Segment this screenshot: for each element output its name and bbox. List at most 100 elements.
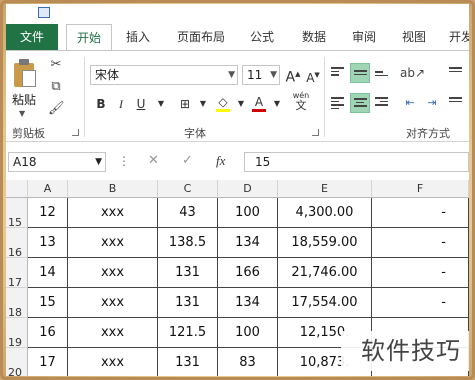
table-cell[interactable]: 16: [28, 318, 68, 348]
table-cell[interactable]: xxx: [68, 318, 158, 348]
wrap-text-icon[interactable]: [446, 63, 466, 83]
chevron-down-icon: ▼: [95, 157, 102, 167]
phonetic-guide-icon[interactable]: wén 文: [290, 91, 312, 111]
row-header[interactable]: 18: [6, 288, 28, 319]
table-cell[interactable]: 17,554.00: [278, 288, 372, 318]
quick-access-toolbar: [6, 4, 469, 22]
table-cell[interactable]: 43: [158, 198, 218, 228]
table-cell[interactable]: 100: [218, 198, 278, 228]
table-cell[interactable]: 14: [28, 258, 68, 288]
table-cell[interactable]: -: [372, 228, 469, 258]
name-box-value: A18: [13, 155, 37, 169]
merge-center-icon[interactable]: [446, 93, 466, 113]
table-cell[interactable]: 100: [218, 318, 278, 348]
table-cell[interactable]: xxx: [68, 288, 158, 318]
select-all-corner[interactable]: [6, 180, 28, 198]
table-cell[interactable]: 131: [158, 288, 218, 318]
name-box[interactable]: A18 ▼: [8, 152, 106, 172]
paste-button[interactable]: 粘贴: [12, 91, 36, 108]
column-header-c[interactable]: C: [158, 180, 218, 198]
column-header-f[interactable]: F: [372, 180, 469, 198]
more-icon: ⋮: [118, 154, 130, 168]
table-cell[interactable]: 131: [158, 258, 218, 288]
font-name-select[interactable]: 宋体 ▼: [90, 65, 238, 85]
borders-dropdown-icon[interactable]: ▼: [194, 95, 212, 113]
clipboard-launcher-icon[interactable]: [72, 129, 79, 136]
orientation-icon[interactable]: ab↗: [400, 63, 425, 83]
align-top-icon[interactable]: [328, 63, 348, 83]
table-cell[interactable]: 166: [218, 258, 278, 288]
table-cell[interactable]: 131: [158, 348, 218, 376]
underline-dropdown-icon[interactable]: ▼: [152, 95, 170, 113]
column-header-d[interactable]: D: [218, 180, 278, 198]
tab-formulas[interactable]: 公式: [242, 24, 282, 50]
font-color-icon[interactable]: A: [250, 95, 268, 113]
align-center-icon[interactable]: [350, 93, 370, 113]
table-cell[interactable]: 15: [28, 288, 68, 318]
italic-button[interactable]: I: [112, 95, 130, 113]
table-cell[interactable]: xxx: [68, 228, 158, 258]
copy-icon[interactable]: ⧉: [48, 79, 64, 95]
tab-data[interactable]: 数据: [294, 24, 334, 50]
table-cell[interactable]: 18,559.00: [278, 228, 372, 258]
table-cell[interactable]: 134: [218, 228, 278, 258]
decrease-font-icon[interactable]: A▼: [304, 66, 322, 85]
tab-insert[interactable]: 插入: [118, 24, 158, 50]
table-cell[interactable]: 12: [28, 198, 68, 228]
fill-color-icon[interactable]: ◇: [214, 95, 232, 113]
table-cell[interactable]: 138.5: [158, 228, 218, 258]
font-color-dropdown-icon[interactable]: ▼: [268, 95, 286, 113]
fill-color-dropdown-icon[interactable]: ▼: [232, 95, 250, 113]
table-cell[interactable]: xxx: [68, 348, 158, 376]
table-cell[interactable]: -: [372, 258, 469, 288]
table-cell[interactable]: -: [372, 198, 469, 228]
table-cell[interactable]: 17: [28, 348, 68, 376]
tab-page-layout[interactable]: 页面布局: [170, 24, 232, 50]
increase-indent-icon[interactable]: ⇥: [422, 93, 442, 113]
table-cell[interactable]: -: [372, 288, 469, 318]
cut-icon[interactable]: ✂: [48, 57, 64, 73]
table-cell[interactable]: 13: [28, 228, 68, 258]
paste-dropdown-icon[interactable]: ▼: [19, 109, 25, 118]
tab-developer[interactable]: 开发: [446, 24, 469, 50]
increase-font-icon[interactable]: A▲: [284, 65, 302, 86]
chevron-down-icon: ▼: [270, 70, 277, 80]
table-cell[interactable]: 83: [218, 348, 278, 376]
bold-button[interactable]: B: [92, 95, 110, 113]
row-header[interactable]: 16: [6, 228, 28, 259]
font-size-select[interactable]: 11 ▼: [242, 65, 280, 85]
table-cell[interactable]: 134: [218, 288, 278, 318]
formula-input[interactable]: 15: [244, 152, 469, 172]
borders-icon[interactable]: ⊞: [176, 95, 194, 113]
table-cell[interactable]: 4,300.00: [278, 198, 372, 228]
column-header-a[interactable]: A: [28, 180, 68, 198]
align-bottom-icon[interactable]: [372, 63, 392, 83]
format-painter-icon[interactable]: 🖌: [48, 101, 65, 117]
tab-review[interactable]: 审阅: [344, 24, 384, 50]
row-header[interactable]: 17: [6, 258, 28, 289]
row-header[interactable]: 15: [6, 198, 28, 229]
table-cell[interactable]: 121.5: [158, 318, 218, 348]
tab-view[interactable]: 视图: [394, 24, 434, 50]
column-header-b[interactable]: B: [68, 180, 158, 198]
cancel-icon[interactable]: ✕: [148, 153, 159, 168]
paste-icon[interactable]: [12, 59, 38, 87]
row-header[interactable]: 20: [6, 348, 28, 376]
tab-home[interactable]: 开始: [66, 24, 112, 51]
divider: [84, 57, 85, 137]
align-middle-icon[interactable]: [350, 63, 370, 83]
table-cell[interactable]: xxx: [68, 198, 158, 228]
underline-button[interactable]: U: [132, 95, 150, 113]
confirm-icon[interactable]: ✓: [182, 153, 193, 168]
font-launcher-icon[interactable]: [312, 129, 319, 136]
save-icon[interactable]: [38, 7, 50, 18]
tab-file[interactable]: 文件: [6, 24, 58, 50]
row-header[interactable]: 19: [6, 318, 28, 349]
column-header-e[interactable]: E: [278, 180, 372, 198]
table-cell[interactable]: 21,746.00: [278, 258, 372, 288]
table-cell[interactable]: xxx: [68, 258, 158, 288]
insert-function-button[interactable]: fx: [216, 153, 225, 169]
align-left-icon[interactable]: [328, 93, 348, 113]
align-right-icon[interactable]: [372, 93, 392, 113]
decrease-indent-icon[interactable]: ⇤: [400, 93, 420, 113]
